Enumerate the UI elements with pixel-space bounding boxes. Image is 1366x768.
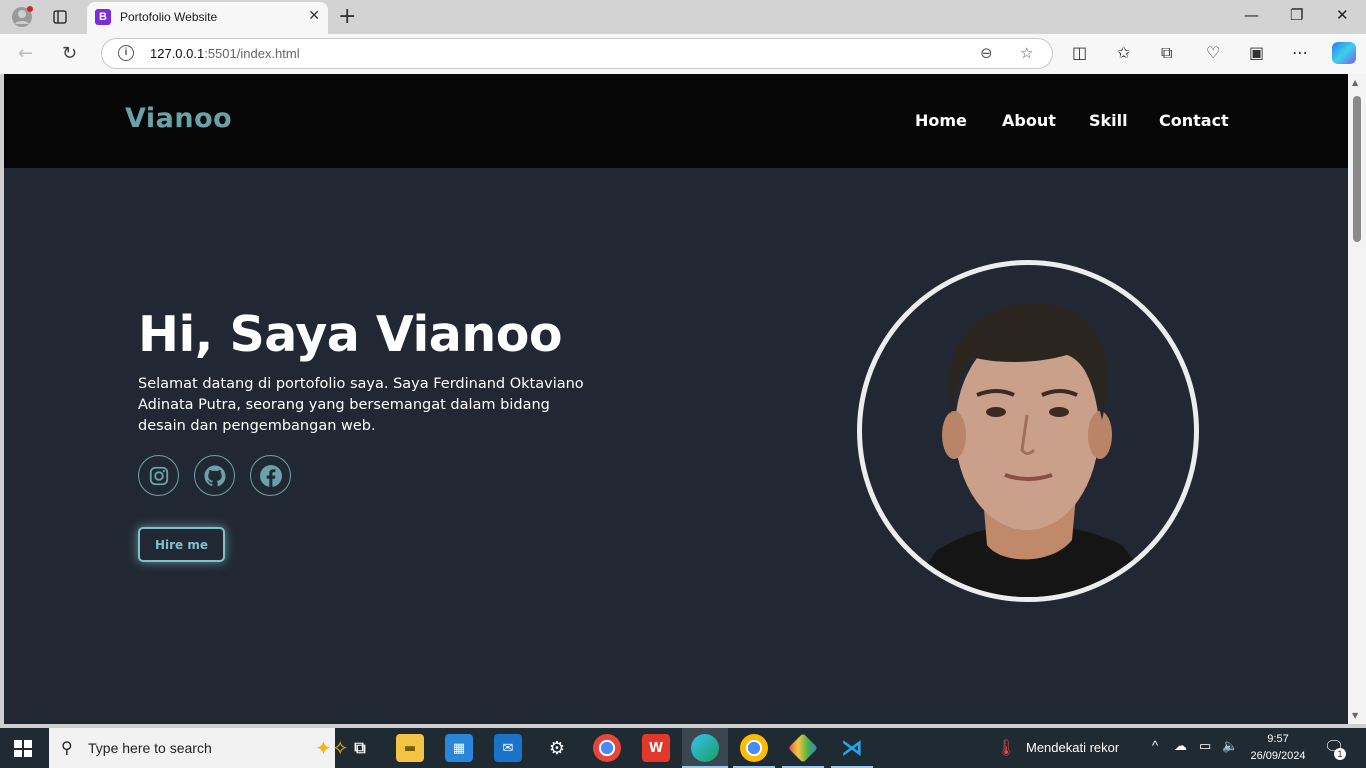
copilot-icon[interactable] xyxy=(1332,42,1356,64)
scroll-thumb[interactable] xyxy=(1353,96,1361,242)
instagram-icon[interactable] xyxy=(138,455,179,496)
scroll-down-icon[interactable]: ▼ xyxy=(1352,711,1358,720)
restore-icon[interactable]: ❐ xyxy=(1290,6,1303,24)
network-icon[interactable]: ▭ xyxy=(1199,738,1211,754)
weather-icon[interactable]: 🌡 xyxy=(996,738,1016,758)
new-tab-icon[interactable]: + xyxy=(338,4,356,29)
profile-photo xyxy=(857,260,1199,602)
reload-icon[interactable]: ↻ xyxy=(62,43,77,64)
volume-icon[interactable]: 🔈 xyxy=(1222,738,1238,754)
site-header: Vianoo Home About Skill Contact xyxy=(4,74,1348,168)
scroll-up-icon[interactable]: ▲ xyxy=(1352,78,1358,87)
nav-skill[interactable]: Skill xyxy=(1089,111,1128,130)
file-explorer-icon[interactable]: ▬ xyxy=(396,734,424,762)
favorites-icon[interactable]: ✩ xyxy=(1117,43,1130,62)
facebook-icon[interactable] xyxy=(250,455,291,496)
task-view-icon[interactable]: ⧉ xyxy=(346,734,374,762)
search-icon: ⚲ xyxy=(61,738,73,757)
search-placeholder: Type here to search xyxy=(88,740,212,756)
clock-time: 9:57 xyxy=(1267,733,1289,745)
back-icon[interactable]: ← xyxy=(18,43,33,64)
clock[interactable]: 9:57 26/09/2024 xyxy=(1247,731,1309,765)
search-highlight-icon: ✦✧ xyxy=(315,736,349,760)
tab-actions-icon[interactable] xyxy=(48,6,72,28)
zoom-out-icon[interactable]: ⊖ xyxy=(980,44,993,62)
minimize-icon[interactable]: — xyxy=(1244,6,1259,24)
nav-about[interactable]: About xyxy=(1002,111,1056,130)
tray-chevron-icon[interactable]: ^ xyxy=(1152,738,1158,753)
url-text[interactable]: 127.0.0.1:5501/index.html xyxy=(150,46,300,61)
window-close-icon[interactable]: ✕ xyxy=(1336,6,1349,24)
hire-me-button[interactable]: Hire me xyxy=(138,527,225,562)
browser-tab-bar: B Portofolio Website ✕ + — ❐ ✕ xyxy=(0,0,1366,34)
active-tab[interactable]: B Portofolio Website ✕ xyxy=(87,2,328,34)
more-options-icon[interactable]: ⋯ xyxy=(1292,43,1308,62)
chrome-icon[interactable] xyxy=(593,734,621,762)
browser-toolbar: ← ↻ i 127.0.0.1:5501/index.html ⊖ ☆ ◫ ✩ … xyxy=(0,34,1366,74)
nav-contact[interactable]: Contact xyxy=(1159,111,1229,130)
github-icon[interactable] xyxy=(194,455,235,496)
chrome-profile-icon[interactable] xyxy=(740,734,768,762)
settings-icon[interactable]: ⚙ xyxy=(543,734,571,762)
clock-date: 26/09/2024 xyxy=(1250,750,1306,762)
site-logo[interactable]: Vianoo xyxy=(125,103,232,134)
vscode-icon[interactable]: ⋊ xyxy=(838,734,866,762)
close-tab-icon[interactable]: ✕ xyxy=(308,8,320,24)
tab-favicon: B xyxy=(95,9,111,25)
profile-icon[interactable] xyxy=(10,6,34,28)
favorite-star-icon[interactable]: ☆ xyxy=(1020,44,1033,62)
site-info-icon[interactable]: i xyxy=(118,45,134,61)
hero-description: Selamat datang di portofolio saya. Saya … xyxy=(138,376,584,434)
taskbar-search[interactable]: ⚲ Type here to search ✦✧ xyxy=(49,728,349,768)
store-icon[interactable]: ▦ xyxy=(445,734,473,762)
weather-text[interactable]: Mendekati rekor xyxy=(1026,740,1119,755)
nav-home[interactable]: Home xyxy=(915,111,967,130)
browser-essentials-icon[interactable]: ♡ xyxy=(1206,43,1220,62)
page-scrollbar[interactable]: ▲ ▼ xyxy=(1348,74,1366,724)
address-bar[interactable]: i 127.0.0.1:5501/index.html ⊖ ☆ xyxy=(101,38,1053,69)
mail-icon[interactable]: ✉ xyxy=(494,734,522,762)
tab-title: Portofolio Website xyxy=(120,10,218,24)
split-screen-icon[interactable]: ◫ xyxy=(1072,43,1087,62)
collections-icon[interactable]: ⧉ xyxy=(1161,43,1172,63)
onedrive-icon[interactable]: ☁ xyxy=(1174,738,1187,754)
page-viewport: Vianoo Home About Skill Contact Hi, Saya… xyxy=(4,74,1348,724)
sidebar-icon[interactable]: ▣ xyxy=(1249,43,1264,62)
notification-count-badge: 1 xyxy=(1334,748,1346,760)
taskbar: ⚲ Type here to search ✦✧ ⧉ ▬ ▦ ✉ ⚙ W ⋊ 🌡… xyxy=(0,728,1366,768)
wps-office-icon[interactable]: W xyxy=(642,734,670,762)
git-app-icon[interactable] xyxy=(788,733,818,763)
windows-start-icon[interactable] xyxy=(14,740,32,757)
hero-title: Hi, Saya Vianoo xyxy=(138,306,563,363)
edge-icon[interactable] xyxy=(691,734,719,762)
